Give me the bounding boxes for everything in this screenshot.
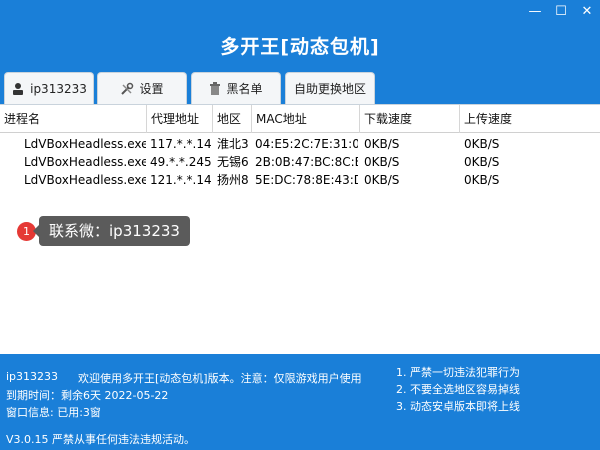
user-icon [11, 82, 25, 96]
column-region[interactable]: 地区 [213, 105, 252, 133]
cell-download: 0KB/S [364, 137, 400, 151]
cell-mac: 04:E5:2C:7E:31:02 [255, 137, 358, 151]
cell-process: LdVBoxHeadless.exe [24, 155, 146, 169]
tab-label: 黑名单 [226, 82, 263, 96]
title-bar: — ☐ ✕ [0, 0, 600, 24]
cell-proxy: 121.*.*.149 [150, 173, 212, 187]
cell-download: 0KB/S [364, 173, 400, 187]
cell-upload: 0KB/S [464, 155, 500, 169]
cell-region: 淮北3 [217, 137, 249, 151]
tab-change-region[interactable]: 自助更换地区 [285, 72, 375, 104]
table-row[interactable]: LdVBoxHeadless.exe 49.*.*.245 无锡6 2B:0B:… [0, 153, 600, 172]
tools-icon [120, 82, 134, 96]
footer-version: V3.0.15 严禁从事任何违法违规活动。 [6, 433, 196, 446]
table-row[interactable]: LdVBoxHeadless.exe 121.*.*.149 扬州8 5E:DC… [0, 171, 600, 190]
tab-label: 自助更换地区 [293, 82, 366, 96]
maximize-button[interactable]: ☐ [548, 0, 574, 22]
status-footer: ip313233 欢迎使用多开王[动态包机]版本。注意：仅限游戏用户使用 到期时… [0, 354, 600, 450]
footer-window-info: 窗口信息: 已用:3窗 [6, 406, 101, 419]
cell-process: LdVBoxHeadless.exe [24, 137, 146, 151]
app-title: 多开王[动态包机] [220, 36, 380, 58]
cell-upload: 0KB/S [464, 173, 500, 187]
table-header: 进程名 代理地址 地区 MAC地址 下载速度 上传速度 [0, 105, 600, 133]
contact-bubble: 联系微：ip313233 [33, 216, 190, 246]
tab-blacklist[interactable]: 黑名单 [191, 72, 281, 104]
cell-mac: 5E:DC:78:8E:43:D9 [255, 173, 358, 187]
cell-proxy: 49.*.*.245 [150, 155, 212, 169]
cell-region: 无锡6 [217, 155, 249, 169]
footer-user: ip313233 [6, 370, 59, 383]
minimize-button[interactable]: — [522, 0, 548, 22]
window-controls: — ☐ ✕ [522, 0, 600, 24]
cell-region: 扬州8 [217, 173, 249, 187]
column-upload[interactable]: 上传速度 [460, 105, 600, 133]
notice-item: 3. 动态安卓版本即将上线 [396, 400, 520, 413]
tab-label: ip313233 [30, 81, 87, 96]
trash-icon [209, 81, 221, 96]
column-mac[interactable]: MAC地址 [252, 105, 360, 133]
footer-welcome: 欢迎使用多开王[动态包机]版本。注意：仅限游戏用户使用 [78, 372, 362, 385]
tab-bar: ip313233 设置 黑名单 自助更换地区 [0, 72, 600, 104]
column-download[interactable]: 下载速度 [360, 105, 460, 133]
cell-upload: 0KB/S [464, 137, 500, 151]
cell-proxy: 117.*.*.146 [150, 137, 212, 151]
column-process[interactable]: 进程名 [0, 105, 147, 133]
contact-callout: 1 联系微：ip313233 [17, 216, 190, 246]
tab-label: 设置 [139, 82, 164, 96]
notice-item: 1. 严禁一切违法犯罪行为 [396, 366, 520, 379]
footer-expire: 到期时间：剩余6天 2022-05-22 [6, 389, 169, 402]
column-proxy[interactable]: 代理地址 [147, 105, 213, 133]
cell-process: LdVBoxHeadless.exe [24, 173, 146, 187]
cell-download: 0KB/S [364, 155, 400, 169]
close-button[interactable]: ✕ [574, 0, 600, 22]
cell-mac: 2B:0B:47:BC:8C:E0 [255, 155, 358, 169]
tab-settings[interactable]: 设置 [97, 72, 187, 104]
notice-item: 2. 不要全选地区容易掉线 [396, 383, 520, 396]
table-row[interactable]: LdVBoxHeadless.exe 117.*.*.146 淮北3 04:E5… [0, 135, 600, 154]
tab-account[interactable]: ip313233 [4, 72, 94, 104]
app-window: — ☐ ✕ 多开王[动态包机] ip313233 设置 黑名单 自助更换地区 进… [0, 0, 600, 450]
